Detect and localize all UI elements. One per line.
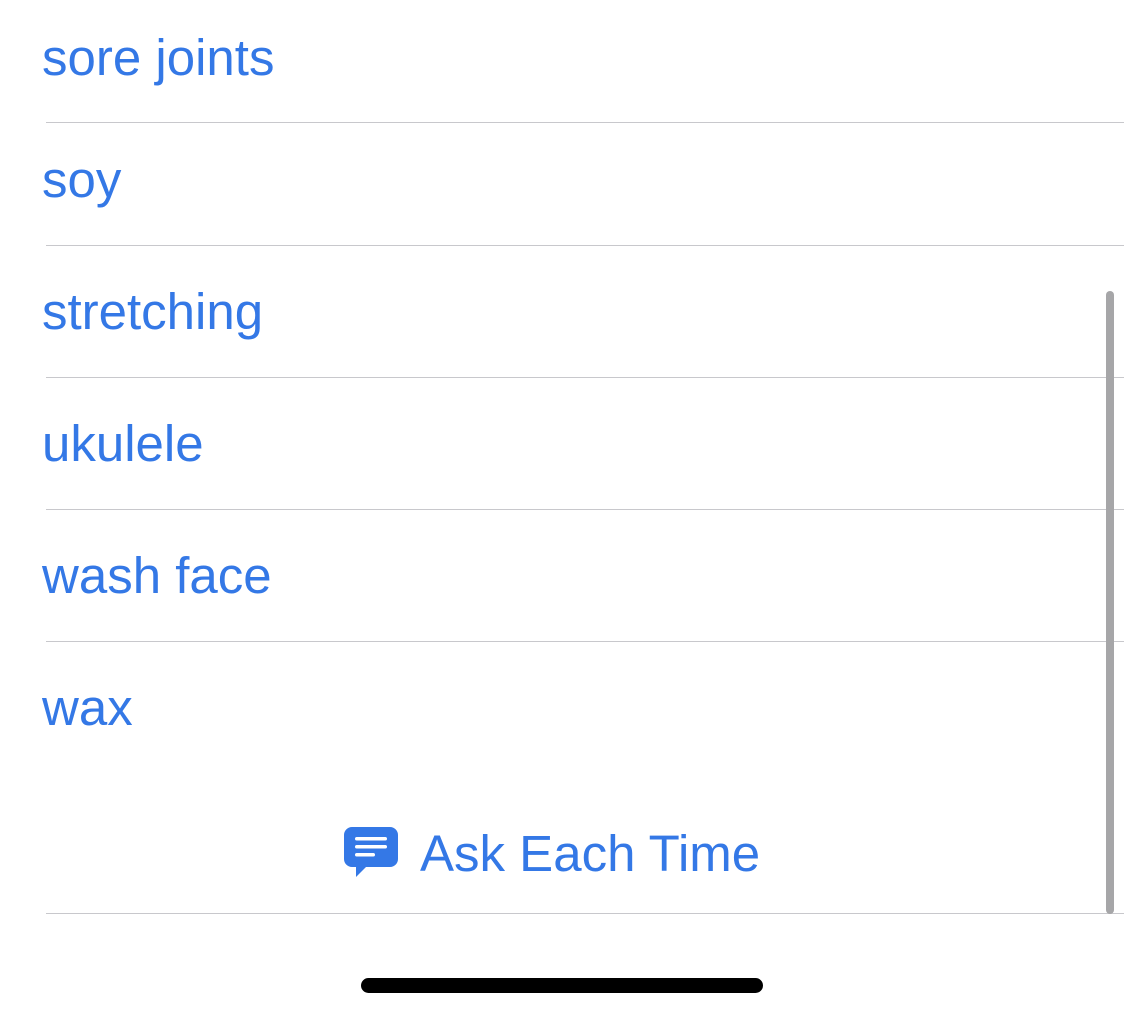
list-item-sore-joints[interactable]: sore joints: [0, 0, 1124, 123]
list-item-label: wax: [42, 679, 133, 736]
list-item-label: soy: [42, 151, 122, 208]
list-item-wax[interactable]: wax: [0, 651, 1124, 783]
list-item-ukulele[interactable]: ukulele: [0, 387, 1124, 519]
list-item-label: stretching: [42, 283, 264, 340]
list-item-label: ukulele: [42, 415, 204, 472]
row-separator: [46, 913, 1124, 914]
vertical-scrollbar[interactable]: [1106, 291, 1114, 914]
row-separator: [46, 641, 1124, 642]
ask-each-time-label: Ask Each Time: [420, 824, 761, 882]
ask-each-time-button[interactable]: Ask Each Time: [0, 783, 1124, 914]
list-item-label: sore joints: [42, 29, 275, 86]
ask-each-time-content: Ask Each Time: [342, 823, 760, 883]
list-item-stretching[interactable]: stretching: [0, 255, 1124, 387]
row-separator: [46, 509, 1124, 510]
list-item-label: wash face: [42, 547, 272, 604]
list-item-soy[interactable]: soy: [0, 123, 1124, 255]
row-separator: [46, 377, 1124, 378]
option-list: sore joints soy stretching ukulele wash …: [0, 0, 1124, 783]
list-item-wash-face[interactable]: wash face: [0, 519, 1124, 651]
message-bubble-icon: [344, 827, 398, 877]
home-indicator[interactable]: [361, 978, 763, 993]
row-separator: [46, 245, 1124, 246]
